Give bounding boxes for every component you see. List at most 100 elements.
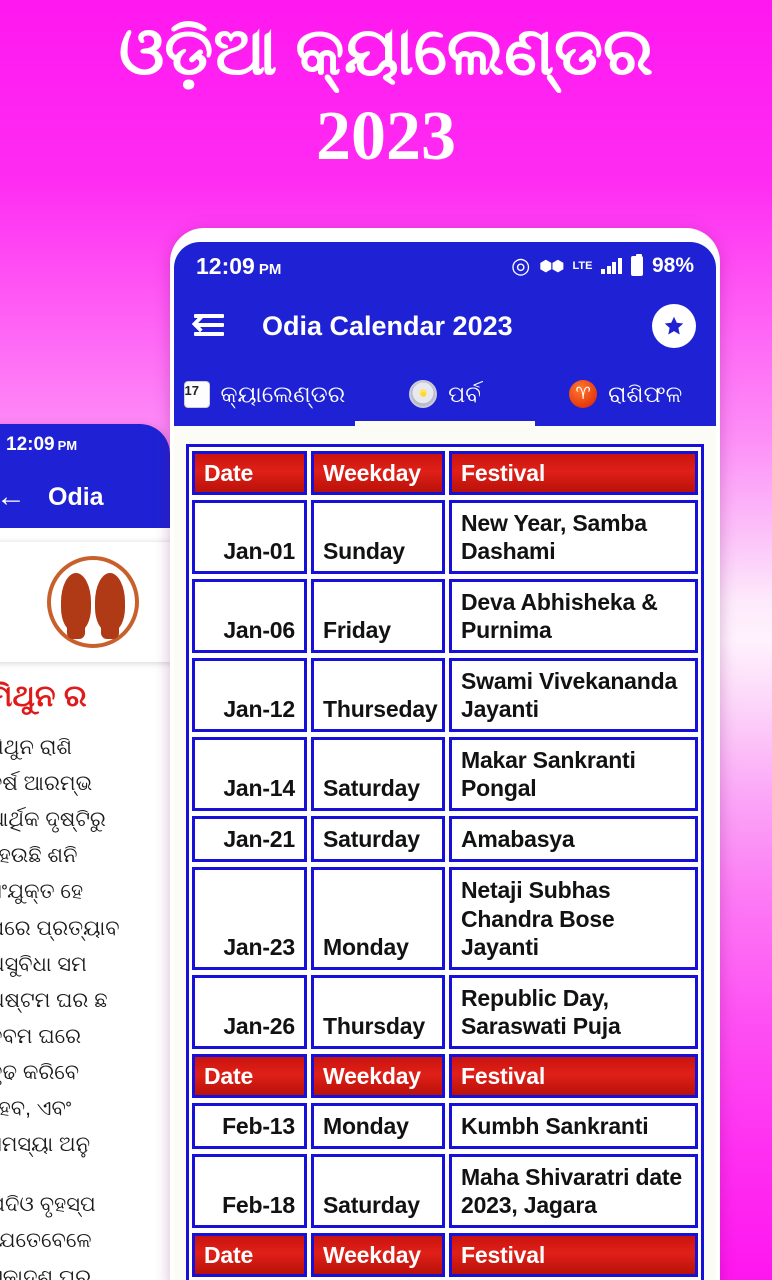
- horoscope-text-line: ଆର୍ଥିକ ଦୃଷ୍ଟିରୁ: [0, 808, 106, 832]
- cell-festival: Republic Day, Saraswati Puja: [449, 974, 698, 1049]
- table-header-row: Date Weekday Festival: [192, 451, 698, 496]
- tab-festival[interactable]: ପର୍ବ: [355, 362, 536, 426]
- table-row[interactable]: Jan-26 Thursday Republic Day, Saraswati Pu…: [192, 974, 698, 1049]
- horoscope-text-line: ନବମ ଘରେ: [0, 1024, 82, 1048]
- table-row[interactable]: Jan-01 Sunday New Year, Samba Dashami: [192, 500, 698, 575]
- cell-weekday: Friday: [311, 579, 445, 654]
- table-row[interactable]: Jan-14 Saturday Makar Sankranti Pongal: [192, 737, 698, 812]
- cell-text: Saturday: [323, 1191, 420, 1218]
- cell-festival: Maha Shivaratri date 2023, Jagara: [449, 1153, 698, 1228]
- cell-text: Deva Abhisheka & Purnima: [461, 589, 658, 644]
- cell-text: Kumbh Sankranti: [461, 1112, 649, 1139]
- cell-weekday: Saturday: [311, 737, 445, 812]
- banner: ଓଡ଼ିଆ କ୍ୟାଲେଣ୍ଡର 2023: [0, 0, 772, 215]
- table-header-text: Festival: [461, 1241, 546, 1268]
- cell-text: Jan-26: [223, 1012, 295, 1039]
- table-header-cell: Festival: [449, 1232, 698, 1277]
- table-header-cell: Festival: [449, 451, 698, 496]
- cell-weekday: Thurseday: [311, 658, 445, 733]
- cell-text: Friday: [323, 617, 391, 644]
- tab-calendar[interactable]: 17 କ୍ୟାଲେଣ୍ଡର: [174, 362, 355, 426]
- table-header-cell: Date: [192, 451, 307, 496]
- table-header-text: Weekday: [323, 1062, 421, 1089]
- table-header-cell: Festival: [449, 1053, 698, 1098]
- horoscope-text-line: ଏକାଦଶ ଘର: [0, 1265, 92, 1280]
- banner-year: 2023: [316, 97, 456, 175]
- cell-weekday: Saturday: [311, 816, 445, 863]
- cell-festival: Kumbh Sankranti: [449, 1102, 698, 1149]
- star-favorite-icon[interactable]: [652, 304, 696, 348]
- cell-text: Republic Day, Saraswati Puja: [461, 984, 621, 1039]
- cell-date: Jan-21: [192, 816, 307, 863]
- cell-text: Makar Sankranti Pongal: [461, 747, 636, 802]
- table-row[interactable]: Feb-13 Monday Kumbh Sankranti: [192, 1102, 698, 1149]
- table-row[interactable]: Jan-12 Thurseday Swami Vivekananda Jayanti: [192, 658, 698, 733]
- horoscope-text-line: ଘରେ ପ୍ରତ୍ୟାବ: [0, 916, 120, 940]
- cell-weekday: Saturday: [311, 1153, 445, 1228]
- cell-festival: Deva Abhisheka & Purnima: [449, 579, 698, 654]
- table-header-text: Weekday: [323, 460, 421, 486]
- cell-festival: Swami Vivekananda Jayanti: [449, 658, 698, 733]
- cell-text: Thursday: [323, 1012, 425, 1039]
- table-header-text: Festival: [461, 460, 546, 486]
- foreground-phone-calendar: 12:09PM ◎ ⬢⬢ LTE 98% Odia Calendar 2023: [170, 228, 720, 1280]
- statusbar-clock: 12:09 PM: [196, 253, 281, 280]
- cell-date: Jan-26: [192, 974, 307, 1049]
- cell-text: Amabasya: [461, 826, 575, 853]
- horoscope-text-line: ଅସୁବିଧା ସମ: [0, 952, 87, 976]
- table-row[interactable]: Jan-06 Friday Deva Abhisheka & Purnima: [192, 579, 698, 654]
- active-tab-indicator: [354, 421, 536, 426]
- calendar-emoji-icon: 17: [183, 380, 210, 408]
- horoscope-paragraph-1: ମିଥୁନ ରାଶି ବର୍ଷ ଆରମ୍ଭ ଆର୍ଥିକ ଦୃଷ୍ଟିରୁ ହେଉଛ…: [0, 730, 170, 1163]
- cell-weekday: Monday: [311, 1102, 445, 1149]
- cell-date: Jan-01: [192, 500, 307, 575]
- cell-text: Netaji Subhas Chandra Bose Jayanti: [461, 877, 615, 960]
- table-header-text: Date: [204, 1062, 254, 1089]
- cell-festival: New Year, Samba Dashami: [449, 500, 698, 575]
- gemini-zodiac-card[interactable]: [0, 542, 170, 662]
- phone-screen: 12:09PM ◎ ⬢⬢ LTE 98% Odia Calendar 2023: [174, 242, 716, 1280]
- back-phone-ampm: PM: [57, 438, 78, 453]
- horoscope-text-line: ମିଥୁନ ରାଶି: [0, 736, 73, 759]
- cell-text: Jan-14: [223, 775, 295, 802]
- horoscope-text-line: ଦୃଢ କରିବେ: [0, 1060, 80, 1084]
- cell-date: Jan-23: [192, 867, 307, 970]
- table-header-text: Festival: [461, 1062, 546, 1089]
- horoscope-text-line: ସଂଯୁକ୍ତ ହେ: [0, 880, 84, 904]
- horoscope-paragraph-2: ଯଦିଓ ବୃହସ୍ପଯେତେବେଳେଏକାଦଶ ଘରଏପ୍ରିଲ୍ 22 ଠହ…: [0, 1187, 170, 1280]
- table-row[interactable]: Feb-18 Saturday Maha Shivaratri date 2023,…: [192, 1153, 698, 1228]
- cell-text: Jan-06: [223, 617, 295, 644]
- horoscope-text-line: ଯେତେବେଳେ: [0, 1229, 92, 1253]
- cell-text: Monday: [323, 1112, 409, 1139]
- tab-horoscope[interactable]: ♈ ରାଶିଫଳ: [535, 362, 716, 426]
- back-phone-toolbar: ← Odia: [0, 466, 170, 528]
- table-header-text: Weekday: [323, 1241, 421, 1268]
- table-header-cell: Weekday: [311, 1053, 445, 1098]
- horoscope-text-line: ସମସ୍ୟା ଅନୁ: [0, 1133, 91, 1157]
- table-header-cell: Date: [192, 1232, 307, 1277]
- signal-bars-icon: [601, 258, 622, 274]
- bluetooth-icon: ⬢⬢: [539, 257, 564, 275]
- cell-text: Sunday: [323, 538, 405, 565]
- calendar-icon-date: 17: [184, 382, 199, 398]
- table-header-text: Date: [204, 460, 254, 486]
- table-row[interactable]: Jan-23 Monday Netaji Subhas Chandra Bose J…: [192, 867, 698, 970]
- cell-text: Saturday: [323, 826, 420, 853]
- cell-text: Monday: [323, 933, 409, 960]
- cell-date: Jan-12: [192, 658, 307, 733]
- table-row[interactable]: Jan-21 Saturday Amabasya: [192, 816, 698, 863]
- app-title: Odia Calendar 2023: [262, 310, 513, 341]
- cell-weekday: Monday: [311, 867, 445, 970]
- hamburger-back-icon[interactable]: [191, 314, 228, 338]
- cell-weekday: Sunday: [311, 500, 445, 575]
- festival-list-content: Date Weekday Festival Jan-01 Sunday New Year,…: [174, 426, 716, 1280]
- background-phone-horoscope: 12:09PM ← Odia ମିଥୁନ ର ମିଥୁନ ରାଶି ବର୍ଷ ଆର…: [0, 424, 170, 1280]
- back-phone-time: 12:09: [6, 434, 55, 455]
- banner-title-odia: ଓଡ଼ିଆ କ୍ୟାଲେଣ୍ଡର: [118, 14, 654, 88]
- back-phone-title: Odia: [48, 482, 104, 511]
- cell-text: Jan-12: [223, 696, 295, 723]
- appbar: Odia Calendar 2023: [174, 290, 716, 362]
- battery-percent: 98%: [651, 254, 694, 277]
- cell-festival: Netaji Subhas Chandra Bose Jayanti: [449, 867, 698, 970]
- back-arrow-icon[interactable]: ←: [0, 482, 26, 512]
